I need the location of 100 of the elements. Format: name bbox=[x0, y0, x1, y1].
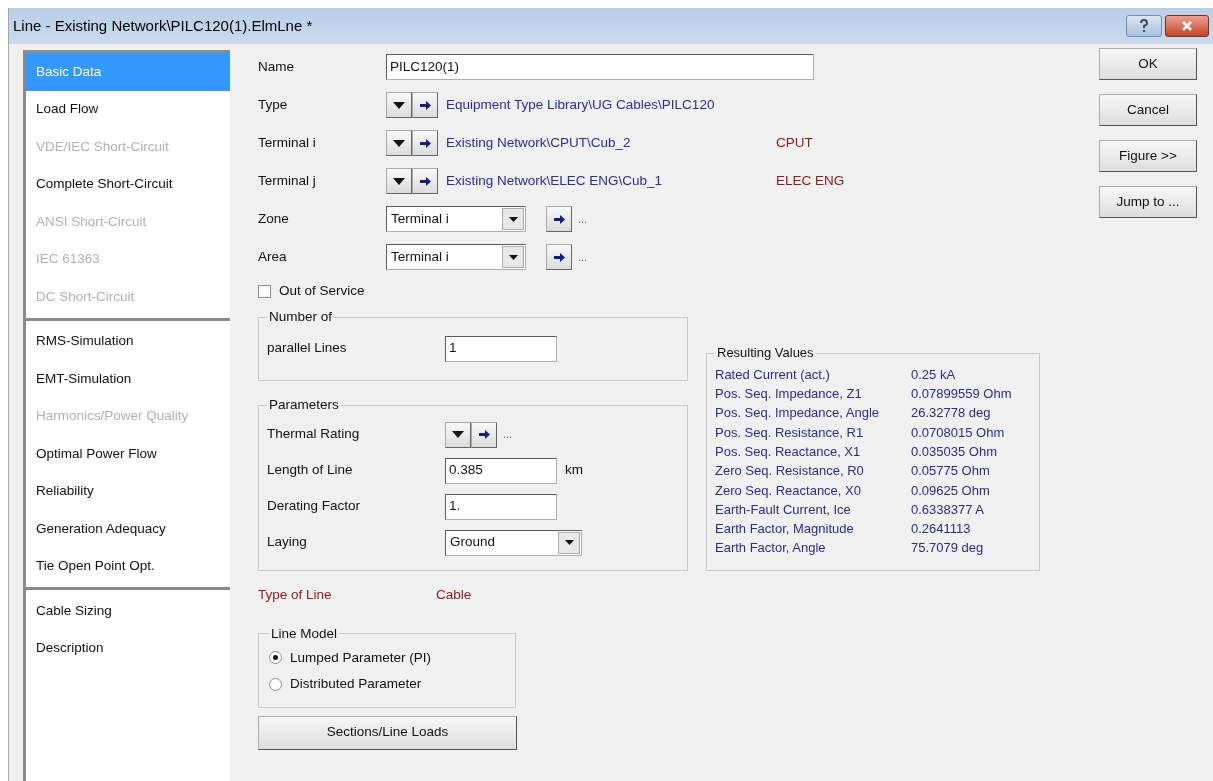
result-label: Zero Seq. Resistance, R0 bbox=[715, 462, 865, 481]
dialog-button[interactable]: Jump to ... bbox=[1099, 186, 1197, 218]
result-label: Zero Seq. Reactance, X0 bbox=[715, 481, 862, 500]
field-label: Type bbox=[258, 95, 289, 114]
radio-label: Distributed Parameter bbox=[290, 675, 422, 693]
close-icon bbox=[1181, 20, 1193, 32]
checkbox-label: Out of Service bbox=[279, 282, 365, 300]
sidebar-item[interactable]: Reliability bbox=[26, 472, 230, 510]
more-ellipsis[interactable]: ... bbox=[503, 426, 513, 443]
down-triangle-icon bbox=[393, 139, 405, 147]
reference-link[interactable]: Existing Network\ELEC ENG\Cub_1 bbox=[446, 170, 776, 192]
down-triangle-icon bbox=[564, 540, 574, 545]
window-title: Line - Existing Network\PILC120(1).ElmLne * bbox=[13, 15, 314, 36]
more-ellipsis[interactable]: ... bbox=[578, 248, 588, 266]
result-value: 0.0708015 Ohm bbox=[911, 423, 1006, 442]
field-label: parallel Lines bbox=[267, 339, 348, 358]
result-label: Earth Factor, Angle bbox=[715, 539, 827, 558]
result-label: Pos. Seq. Impedance, Z1 bbox=[715, 385, 863, 404]
more-ellipsis[interactable]: ... bbox=[578, 210, 588, 228]
input-field[interactable]: 1 bbox=[445, 335, 557, 362]
field-label: Zone bbox=[258, 209, 290, 228]
radio-button[interactable] bbox=[269, 677, 282, 691]
right-arrow-icon bbox=[553, 214, 565, 224]
dropdown-field[interactable]: Terminal i bbox=[386, 244, 526, 270]
sidebar-item[interactable]: Load Flow bbox=[26, 90, 230, 128]
right-arrow-icon bbox=[419, 138, 431, 148]
dialog-button[interactable]: OK bbox=[1099, 48, 1197, 80]
field-label: Laying bbox=[267, 533, 308, 552]
sidebar-item[interactable]: Optimal Power Flow bbox=[26, 435, 230, 473]
jump-button[interactable] bbox=[471, 421, 497, 448]
result-value: 0.2641113 bbox=[911, 520, 972, 539]
dropdown-button[interactable] bbox=[445, 421, 471, 448]
close-button[interactable] bbox=[1165, 15, 1209, 37]
down-triangle-icon bbox=[452, 431, 464, 438]
result-value: 0.09625 Ohm bbox=[911, 481, 991, 500]
dropdown-field[interactable]: Ground bbox=[445, 529, 582, 556]
result-value: 0.035035 Ohm bbox=[911, 442, 998, 461]
right-arrow-icon bbox=[478, 430, 490, 439]
sidebar-item[interactable]: Cable Sizing bbox=[26, 592, 230, 630]
reference-link[interactable]: Existing Network\CPUT\Cub_2 bbox=[446, 132, 776, 154]
checkbox[interactable] bbox=[258, 284, 271, 298]
sidebar-item[interactable]: Generation Adequacy bbox=[26, 510, 230, 548]
jump-button[interactable] bbox=[412, 92, 438, 118]
group-title: Line Model bbox=[270, 624, 339, 643]
down-triangle-icon bbox=[393, 101, 405, 109]
sidebar-item[interactable]: RMS-Simulation bbox=[26, 322, 230, 360]
result-label: Pos. Seq. Impedance, Angle bbox=[715, 404, 881, 423]
input-field[interactable]: PILC120(1) bbox=[386, 54, 814, 80]
field-label: Terminal i bbox=[258, 133, 317, 152]
sidebar-item[interactable]: Tie Open Point Opt. bbox=[26, 547, 230, 585]
dropdown-button[interactable] bbox=[386, 168, 412, 194]
help-button[interactable] bbox=[1126, 15, 1162, 37]
result-value: 26.32778 deg bbox=[911, 404, 992, 423]
field-label: Thermal Rating bbox=[267, 425, 361, 444]
radio-label: Lumped Parameter (PI) bbox=[290, 648, 432, 667]
result-label: Earth Factor, Magnitude bbox=[715, 520, 855, 539]
jump-button[interactable] bbox=[546, 206, 572, 232]
result-value: 0.6338377 A bbox=[911, 500, 986, 519]
right-arrow-icon bbox=[419, 100, 431, 110]
result-label: Earth-Fault Current, Ice bbox=[715, 500, 852, 519]
right-arrow-icon bbox=[419, 176, 431, 186]
group-title: Resulting Values bbox=[716, 344, 815, 363]
result-value: 0.05775 Ohm bbox=[911, 462, 991, 481]
right-arrow-icon bbox=[553, 252, 565, 262]
field-value: Cable bbox=[436, 586, 472, 605]
result-value: 75.7079 deg bbox=[911, 539, 985, 558]
result-label: Pos. Seq. Resistance, R1 bbox=[715, 423, 865, 442]
field-label: Derating Factor bbox=[267, 497, 362, 516]
field-label: Area bbox=[258, 247, 288, 266]
sidebar-item[interactable]: Description bbox=[26, 629, 230, 667]
group-title: Number of bbox=[268, 308, 334, 327]
result-label: Rated Current (act.) bbox=[715, 365, 831, 384]
dialog-button[interactable]: Cancel bbox=[1099, 94, 1197, 126]
station-name: CPUT bbox=[776, 133, 813, 152]
dropdown-field[interactable]: Terminal i bbox=[386, 206, 526, 232]
dropdown-button[interactable] bbox=[386, 130, 412, 156]
jump-button[interactable] bbox=[546, 244, 572, 270]
sidebar-item[interactable]: EMT-Simulation bbox=[26, 360, 230, 398]
radio-button[interactable] bbox=[269, 651, 282, 665]
down-triangle-icon bbox=[508, 254, 518, 260]
jump-button[interactable] bbox=[412, 130, 438, 156]
reference-link[interactable]: Equipment Type Library\UG Cables\PILC120 bbox=[446, 94, 776, 116]
help-icon bbox=[1139, 19, 1149, 33]
input-field[interactable]: 0.385 bbox=[445, 457, 557, 484]
dropdown-button[interactable] bbox=[386, 92, 412, 118]
field-label: Name bbox=[258, 57, 295, 76]
group-title: Parameters bbox=[268, 396, 340, 415]
sidebar-item[interactable]: Complete Short-Circuit bbox=[26, 165, 230, 203]
sections-button[interactable]: Sections/Line Loads bbox=[258, 715, 517, 750]
input-field[interactable]: 1. bbox=[445, 493, 557, 520]
field-label: Length of Line bbox=[267, 461, 354, 480]
result-value: 0.25 kA bbox=[911, 365, 957, 384]
result-label: Pos. Seq. Reactance, X1 bbox=[715, 442, 862, 461]
field-label: Terminal j bbox=[258, 171, 317, 190]
down-triangle-icon bbox=[508, 216, 518, 222]
down-triangle-icon bbox=[393, 177, 405, 185]
dialog-button[interactable]: Figure >> bbox=[1099, 140, 1197, 172]
jump-button[interactable] bbox=[412, 168, 438, 194]
result-value: 0.07899559 Ohm bbox=[911, 385, 1013, 404]
station-name: ELEC ENG bbox=[776, 171, 845, 190]
